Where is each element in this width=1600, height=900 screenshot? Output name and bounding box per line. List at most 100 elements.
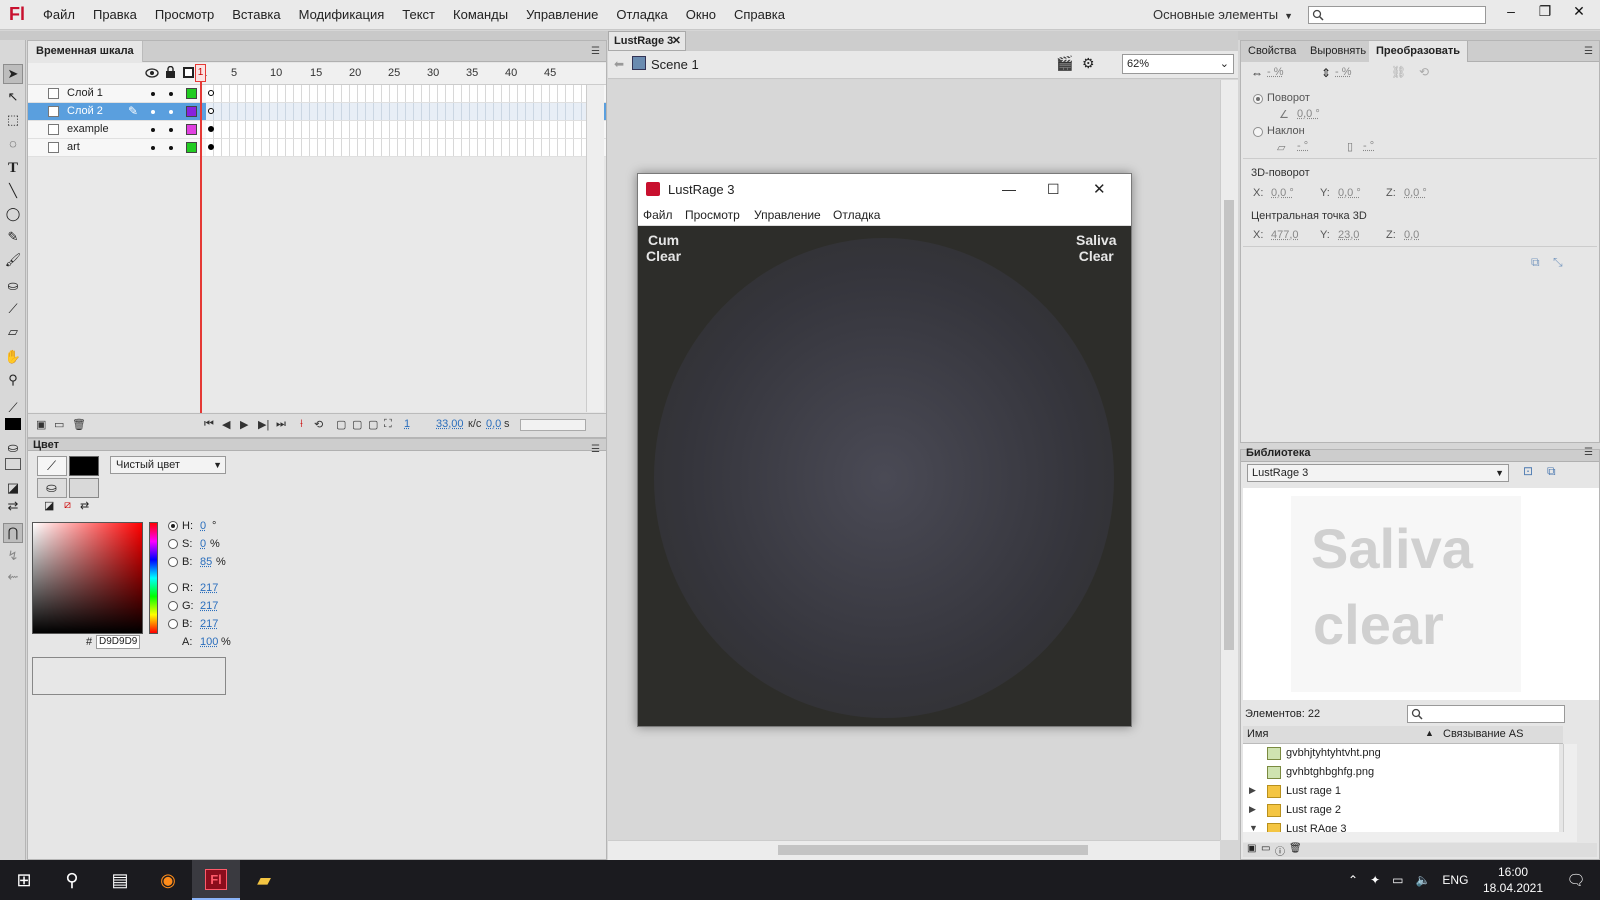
- task-view-icon[interactable]: ▤: [96, 860, 144, 900]
- time-value[interactable]: 0,0: [486, 418, 501, 430]
- timeline-hscroll[interactable]: [520, 419, 586, 431]
- step-forward-icon[interactable]: ▶|: [258, 418, 269, 431]
- outline-icon[interactable]: [183, 67, 194, 78]
- frame-strip[interactable]: [206, 121, 594, 138]
- h-value[interactable]: 0: [200, 520, 206, 532]
- maximize-button[interactable]: ❐: [1528, 0, 1562, 22]
- rotate-radio[interactable]: [1253, 94, 1263, 104]
- menu-control[interactable]: Управление: [517, 0, 607, 30]
- skew-x-value[interactable]: - °: [1297, 140, 1308, 152]
- library-item[interactable]: ▼ Lust RAge 3: [1243, 820, 1559, 832]
- selection-tool-icon[interactable]: ➤: [3, 64, 23, 84]
- layer-row[interactable]: art: [28, 139, 606, 157]
- play-icon[interactable]: ▶: [240, 418, 248, 431]
- tab-library[interactable]: Библиотека: [1246, 447, 1311, 459]
- vscroll-thumb[interactable]: [1224, 200, 1234, 650]
- menu-modify[interactable]: Модификация: [290, 0, 394, 30]
- dropbox-icon[interactable]: ✦: [1370, 873, 1380, 887]
- saturation-radio[interactable]: [168, 539, 178, 549]
- close-button[interactable]: ✕: [1562, 0, 1596, 22]
- duplicate-transform-icon[interactable]: ⧉: [1531, 255, 1540, 270]
- preview-canvas[interactable]: Cum Clear Saliva Clear: [638, 226, 1131, 726]
- preview-menu-view[interactable]: Просмотр: [685, 208, 740, 222]
- keyframe[interactable]: [208, 90, 214, 96]
- menu-file[interactable]: Файл: [34, 0, 84, 30]
- pin-library-icon[interactable]: ⊡: [1523, 464, 1533, 478]
- black-white-icon[interactable]: ◪: [44, 499, 54, 512]
- menu-edit[interactable]: Правка: [84, 0, 146, 30]
- column-name[interactable]: Имя: [1247, 728, 1268, 740]
- tab-transform[interactable]: Преобразовать: [1369, 41, 1469, 62]
- no-color-icon[interactable]: ⧄: [64, 499, 71, 512]
- library-item[interactable]: ▶ Lust rage 1: [1243, 782, 1559, 801]
- black-white-icon[interactable]: ◪: [3, 478, 23, 498]
- skew-radio[interactable]: [1253, 127, 1263, 137]
- fps-value[interactable]: 33,00: [436, 418, 464, 430]
- fill-color-swatch[interactable]: [69, 478, 99, 498]
- link-icon[interactable]: ⛓: [1391, 65, 1406, 79]
- visibility-dot[interactable]: [151, 110, 155, 114]
- tab-document[interactable]: LustRage 3 ✕: [608, 31, 686, 51]
- clock[interactable]: 16:00 18.04.2021: [1478, 864, 1548, 896]
- stroke-swatch-icon[interactable]: [5, 418, 21, 430]
- brush-tool-icon[interactable]: 🖌: [3, 250, 23, 270]
- panel-menu-icon[interactable]: ☰: [591, 46, 600, 57]
- menu-debug[interactable]: Отладка: [607, 0, 676, 30]
- menu-help[interactable]: Справка: [725, 0, 794, 30]
- document-vscroll[interactable]: [1220, 80, 1238, 840]
- lock-dot[interactable]: [169, 146, 173, 150]
- c3d-y-value[interactable]: 23,0: [1338, 229, 1359, 241]
- menu-insert[interactable]: Вставка: [223, 0, 289, 30]
- snap-magnet-icon[interactable]: ⋂: [3, 523, 23, 543]
- firefox-icon[interactable]: ◉: [144, 860, 192, 900]
- preview-titlebar[interactable]: LustRage 3 — ☐ ✕: [638, 174, 1131, 205]
- eye-icon[interactable]: [145, 67, 159, 79]
- library-vscroll[interactable]: [1563, 744, 1577, 832]
- new-library-icon[interactable]: ⧉: [1547, 464, 1556, 479]
- hue-radio[interactable]: [168, 521, 178, 531]
- r3d-y-value[interactable]: 0,0 °: [1338, 187, 1361, 199]
- layer-color-swatch[interactable]: [186, 124, 197, 135]
- panel-menu-icon[interactable]: ☰: [591, 444, 600, 455]
- c3d-x-value[interactable]: 477,0: [1271, 229, 1299, 241]
- c3d-z-value[interactable]: 0,0: [1404, 229, 1419, 241]
- expand-arrow-icon[interactable]: ▼: [1249, 823, 1258, 832]
- reset-icon[interactable]: ⟲: [1419, 65, 1429, 79]
- menu-window[interactable]: Окно: [677, 0, 725, 30]
- g-value[interactable]: 217: [200, 600, 218, 612]
- menu-commands[interactable]: Команды: [444, 0, 517, 30]
- zoom-tool-icon[interactable]: ⚲: [3, 370, 23, 390]
- edit-scene-icon[interactable]: 🎬: [1056, 55, 1073, 72]
- new-symbol-icon[interactable]: ▣: [1247, 843, 1256, 854]
- loop-icon[interactable]: ⟲: [314, 418, 323, 431]
- frame-strip[interactable]: [206, 103, 594, 120]
- new-layer-icon[interactable]: ▣: [36, 418, 46, 431]
- fill-color-icon[interactable]: ⛀: [3, 438, 23, 458]
- frame-strip[interactable]: [206, 139, 594, 156]
- language-indicator[interactable]: ENG: [1442, 873, 1468, 887]
- visibility-dot[interactable]: [151, 92, 155, 96]
- network-icon[interactable]: ▭: [1392, 873, 1403, 887]
- hue-slider[interactable]: [149, 522, 158, 634]
- stroke-tool-button[interactable]: ⟋: [37, 456, 67, 476]
- layer-row[interactable]: example: [28, 121, 606, 139]
- skew-y-value[interactable]: - °: [1363, 140, 1374, 152]
- scale-width-value[interactable]: - %: [1267, 66, 1284, 78]
- new-folder-icon[interactable]: ▭: [1261, 843, 1270, 854]
- saturation-picker[interactable]: [32, 522, 143, 634]
- search-icon[interactable]: ⚲: [48, 860, 96, 900]
- hscroll-thumb[interactable]: [778, 845, 1088, 855]
- saliva-clear-button[interactable]: Saliva Clear: [1076, 232, 1116, 264]
- timeline-scrollbar[interactable]: [586, 85, 604, 412]
- eraser-tool-icon[interactable]: ▱: [3, 322, 23, 342]
- oval-tool-icon[interactable]: ◯: [3, 204, 23, 224]
- b-value[interactable]: 85: [200, 556, 212, 568]
- onion-outline-icon[interactable]: ▢: [352, 418, 362, 431]
- workspace-switcher[interactable]: Основные элементы ▼: [1153, 0, 1293, 30]
- edit-symbol-icon[interactable]: ⚙: [1082, 55, 1095, 72]
- maximize-button[interactable]: ☐: [1047, 174, 1060, 205]
- frame-strip[interactable]: [206, 85, 594, 102]
- last-frame-icon[interactable]: ⏭: [276, 418, 286, 431]
- scene-label[interactable]: Scene 1: [651, 57, 699, 72]
- fill-tool-button[interactable]: ⛀: [37, 478, 67, 498]
